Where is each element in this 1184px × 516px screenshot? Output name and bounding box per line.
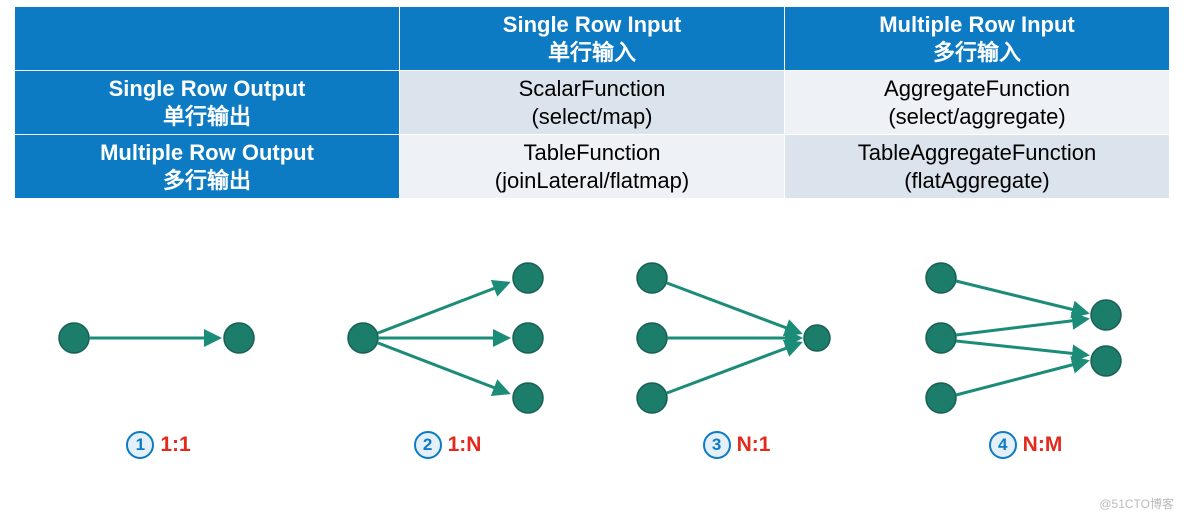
cell-scalar-function: ScalarFunction (select/map) [400, 71, 785, 135]
row-header-single-output: Single Row Output 单行输出 [15, 71, 400, 135]
diagram-label: 1 1:1 [126, 431, 190, 459]
cell-op: (joinLateral/flatmap) [406, 167, 778, 195]
diagram-n-to-m: 4 N:M [881, 253, 1170, 459]
cell-name: TableFunction [524, 140, 661, 165]
row-header-en: Single Row Output [109, 76, 306, 101]
ratio-label: 1:N [448, 433, 482, 457]
cell-table-function: TableFunction (joinLateral/flatmap) [400, 135, 785, 199]
number-badge: 3 [703, 431, 731, 459]
cell-op: (select/aggregate) [791, 103, 1163, 131]
cell-op: (select/map) [406, 103, 778, 131]
table: Single Row Input 单行输入 Multiple Row Input… [14, 6, 1170, 199]
col-header-en: Single Row Input [503, 12, 681, 37]
cell-name: TableAggregateFunction [858, 140, 1097, 165]
table-row: Multiple Row Output 多行输出 TableFunction (… [15, 135, 1170, 199]
graph-icon [612, 253, 862, 423]
function-matrix-table: Single Row Input 单行输入 Multiple Row Input… [0, 0, 1184, 199]
cell-op: (flatAggregate) [791, 167, 1163, 195]
row-header-zh: 多行输出 [21, 167, 393, 195]
col-header-multiple-input: Multiple Row Input 多行输入 [785, 7, 1170, 71]
row-header-en: Multiple Row Output [100, 140, 314, 165]
diagram-1-to-1: 1 1:1 [14, 253, 303, 459]
ratio-label: N:M [1023, 433, 1063, 457]
number-badge: 1 [126, 431, 154, 459]
header-blank [15, 7, 400, 71]
watermark: @51CTO博客 [1099, 495, 1174, 512]
diagram-label: 4 N:M [989, 431, 1063, 459]
col-header-zh: 单行输入 [406, 39, 778, 67]
row-header-multiple-output: Multiple Row Output 多行输出 [15, 135, 400, 199]
diagram-row: 1 1:1 2 1:N [0, 199, 1184, 459]
table-row: Single Row Output 单行输出 ScalarFunction (s… [15, 71, 1170, 135]
table-row: Single Row Input 单行输入 Multiple Row Input… [15, 7, 1170, 71]
cell-aggregate-function: AggregateFunction (select/aggregate) [785, 71, 1170, 135]
diagram-label: 2 1:N [414, 431, 482, 459]
col-header-en: Multiple Row Input [879, 12, 1075, 37]
diagram-1-to-n: 2 1:N [303, 253, 592, 459]
graph-icon [34, 253, 284, 423]
number-badge: 4 [989, 431, 1017, 459]
graph-icon [323, 253, 573, 423]
cell-name: AggregateFunction [884, 76, 1070, 101]
diagram-label: 3 N:1 [703, 431, 771, 459]
col-header-single-input: Single Row Input 单行输入 [400, 7, 785, 71]
row-header-zh: 单行输出 [21, 103, 393, 131]
graph-icon [901, 253, 1151, 423]
cell-name: ScalarFunction [519, 76, 666, 101]
diagram-n-to-1: 3 N:1 [592, 253, 881, 459]
cell-table-aggregate-function: TableAggregateFunction (flatAggregate) [785, 135, 1170, 199]
ratio-label: 1:1 [160, 433, 190, 457]
ratio-label: N:1 [737, 433, 771, 457]
col-header-zh: 多行输入 [791, 39, 1163, 67]
number-badge: 2 [414, 431, 442, 459]
